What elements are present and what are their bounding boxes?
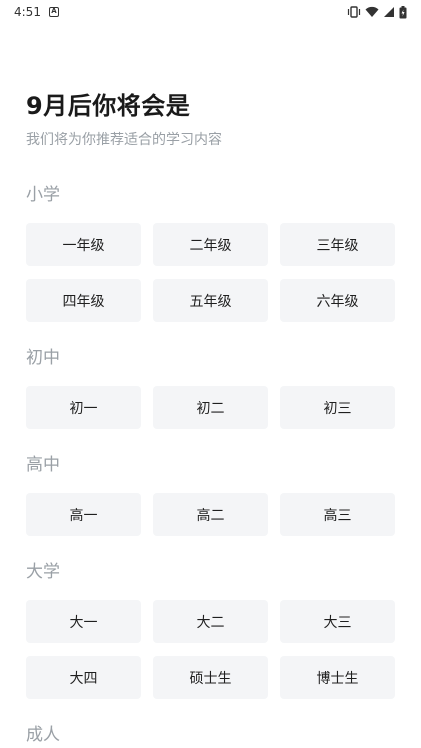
grade-option-grade-1[interactable]: 一年级 (26, 223, 141, 266)
grade-option-grade-3[interactable]: 三年级 (280, 223, 395, 266)
grade-grid-university: 大一 大二 大三 大四 硕士生 博士生 (26, 600, 396, 699)
grade-option-grade-6[interactable]: 六年级 (280, 279, 395, 322)
section-primary: 小学 一年级 二年级 三年级 四年级 五年级 六年级 (26, 183, 396, 322)
section-label-primary: 小学 (26, 185, 60, 205)
page-title: 9月后你将会是 (26, 92, 191, 120)
section-label-university: 大学 (26, 562, 60, 582)
grade-option-junior-3[interactable]: 初三 (280, 386, 395, 429)
grade-grid-junior: 初一 初二 初三 (26, 386, 396, 429)
grade-option-senior-3[interactable]: 高三 (280, 493, 395, 536)
status-left: 4:51 A (14, 5, 59, 19)
section-junior: 初中 初一 初二 初三 (26, 346, 396, 429)
vibrate-icon (347, 6, 361, 18)
grade-option-phd[interactable]: 博士生 (280, 656, 395, 699)
grade-option-university-4[interactable]: 大四 (26, 656, 141, 699)
grade-option-grade-5[interactable]: 五年级 (153, 279, 268, 322)
battery-icon (399, 5, 407, 19)
grade-option-senior-1[interactable]: 高一 (26, 493, 141, 536)
status-time: 4:51 (14, 5, 41, 19)
section-senior: 高中 高一 高二 高三 (26, 453, 396, 536)
section-label-senior: 高中 (26, 455, 60, 475)
page-subtitle: 我们将为你推荐适合的学习内容 (26, 132, 222, 148)
grade-option-grade-2[interactable]: 二年级 (153, 223, 268, 266)
grade-option-masters[interactable]: 硕士生 (153, 656, 268, 699)
signal-icon (383, 6, 395, 18)
status-bar: 4:51 A (0, 0, 421, 24)
status-right (347, 5, 407, 19)
a-box-icon: A (48, 7, 59, 17)
grade-option-junior-1[interactable]: 初一 (26, 386, 141, 429)
grade-option-university-1[interactable]: 大一 (26, 600, 141, 643)
grade-option-junior-2[interactable]: 初二 (153, 386, 268, 429)
grade-option-university-3[interactable]: 大三 (280, 600, 395, 643)
section-label-adult: 成人 (26, 725, 60, 745)
section-label-junior: 初中 (26, 348, 60, 368)
grade-grid-senior: 高一 高二 高三 (26, 493, 396, 536)
grade-grid-primary: 一年级 二年级 三年级 四年级 五年级 六年级 (26, 223, 396, 322)
section-adult: 成人 (26, 723, 396, 747)
grade-option-university-2[interactable]: 大二 (153, 600, 268, 643)
grade-option-grade-4[interactable]: 四年级 (26, 279, 141, 322)
section-university: 大学 大一 大二 大三 大四 硕士生 博士生 (26, 560, 396, 699)
grade-option-senior-2[interactable]: 高二 (153, 493, 268, 536)
wifi-icon (365, 6, 379, 18)
